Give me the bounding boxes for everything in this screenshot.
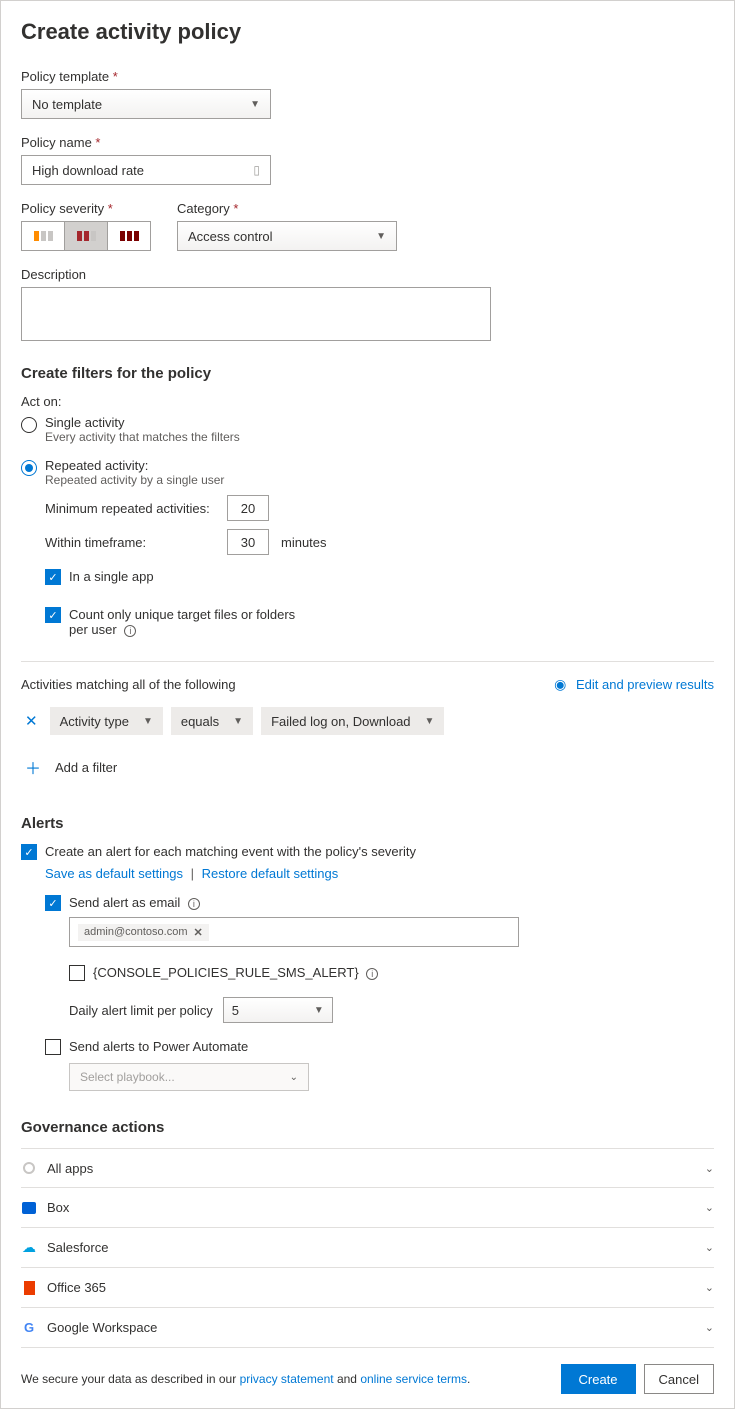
plus-icon[interactable]: ＋ <box>21 755 45 779</box>
chevron-down-icon: ▼ <box>143 716 153 727</box>
radio-repeated-activity[interactable] <box>21 460 37 476</box>
info-icon[interactable]: i <box>124 625 136 637</box>
email-recipients-input[interactable]: admin@contoso.com ✕ <box>69 917 519 947</box>
create-button[interactable]: Create <box>561 1364 636 1394</box>
office365-icon <box>21 1280 37 1296</box>
chevron-down-icon: ⌄ <box>290 1072 298 1083</box>
severity-medium[interactable] <box>65 222 108 250</box>
sms-alert-label: {CONSOLE_POLICIES_RULE_SMS_ALERT} <box>93 965 359 980</box>
salesforce-icon: ☁ <box>21 1240 37 1256</box>
divider <box>21 661 714 662</box>
policy-template-value: No template <box>32 97 102 112</box>
timeframe-unit: minutes <box>281 535 327 550</box>
unique-files-label: Count only unique target files or folder… <box>69 607 295 637</box>
info-icon[interactable]: i <box>188 898 200 910</box>
filter-field-select[interactable]: Activity type ▼ <box>50 707 163 735</box>
restore-default-link[interactable]: Restore default settings <box>202 866 339 881</box>
remove-filter-button[interactable]: ✕ <box>21 712 42 730</box>
daily-limit-select[interactable]: 5 ▼ <box>223 997 333 1023</box>
alerts-heading: Alerts <box>21 815 714 832</box>
severity-low[interactable] <box>22 222 65 250</box>
category-label: Category <box>177 201 397 216</box>
email-chip: admin@contoso.com ✕ <box>78 924 209 941</box>
filters-heading: Create filters for the policy <box>21 365 714 382</box>
google-icon: G <box>21 1320 37 1336</box>
playbook-select[interactable]: Select playbook... ⌄ <box>69 1063 309 1091</box>
category-value: Access control <box>188 229 273 244</box>
repeated-activity-label: Repeated activity: <box>45 458 224 473</box>
chevron-down-icon: ⌄ <box>705 1201 714 1214</box>
governance-heading: Governance actions <box>21 1119 714 1136</box>
chevron-down-icon: ▼ <box>425 716 435 727</box>
filter-value-select[interactable]: Failed log on, Download ▼ <box>261 707 444 735</box>
email-alert-label: Send alert as email <box>69 895 180 910</box>
chevron-down-icon: ⌄ <box>705 1321 714 1334</box>
info-icon[interactable]: i <box>366 968 378 980</box>
create-alert-label: Create an alert for each matching event … <box>45 844 416 859</box>
checkbox-sms-alert[interactable] <box>69 965 85 981</box>
policy-name-value: High download rate <box>32 163 144 178</box>
terms-link[interactable]: online service terms <box>360 1372 467 1386</box>
checkbox-single-app[interactable]: ✓ <box>45 569 61 585</box>
description-label: Description <box>21 267 714 282</box>
policy-severity-label: Policy severity <box>21 201 151 216</box>
cancel-button[interactable]: Cancel <box>644 1364 714 1394</box>
timeframe-label: Within timeframe: <box>45 535 215 550</box>
filter-op-select[interactable]: equals ▼ <box>171 707 253 735</box>
chip-remove-icon[interactable]: ✕ <box>194 926 203 939</box>
checkbox-email-alert[interactable]: ✓ <box>45 895 61 911</box>
repeated-activity-sub: Repeated activity by a single user <box>45 473 224 487</box>
policy-name-input[interactable]: High download rate ▯ <box>21 155 271 185</box>
allapps-icon <box>21 1160 37 1176</box>
power-automate-label: Send alerts to Power Automate <box>69 1039 248 1054</box>
act-on-label: Act on: <box>21 394 714 409</box>
category-select[interactable]: Access control ▼ <box>177 221 397 251</box>
eye-icon: ◉ <box>554 676 566 692</box>
input-clear-icon[interactable]: ▯ <box>253 163 260 177</box>
checkbox-create-alert[interactable]: ✓ <box>21 844 37 860</box>
privacy-link[interactable]: privacy statement <box>240 1372 334 1386</box>
radio-single-activity[interactable] <box>21 417 37 433</box>
min-repeated-input[interactable]: 20 <box>227 495 269 521</box>
policy-name-label: Policy name <box>21 135 714 150</box>
min-repeated-label: Minimum repeated activities: <box>45 501 215 516</box>
preview-results-link[interactable]: ◉ Edit and preview results <box>554 676 714 693</box>
checkbox-power-automate[interactable] <box>45 1039 61 1055</box>
chevron-down-icon: ▼ <box>314 1005 324 1016</box>
chevron-down-icon: ⌄ <box>705 1162 714 1175</box>
severity-group <box>21 221 151 251</box>
description-textarea[interactable] <box>21 287 491 341</box>
chevron-down-icon: ⌄ <box>705 1241 714 1254</box>
governance-item-salesforce[interactable]: ☁ Salesforce ⌄ <box>21 1228 714 1268</box>
activities-matching-label: Activities matching all of the following <box>21 677 236 692</box>
single-app-label: In a single app <box>69 569 154 584</box>
chevron-down-icon: ▼ <box>233 716 243 727</box>
footer-text: We secure your data as described in our … <box>21 1372 470 1386</box>
box-icon <box>21 1200 37 1216</box>
chevron-down-icon: ▼ <box>376 231 386 242</box>
severity-high[interactable] <box>108 222 150 250</box>
page-title: Create activity policy <box>21 19 714 45</box>
single-activity-sub: Every activity that matches the filters <box>45 430 240 444</box>
daily-limit-label: Daily alert limit per policy <box>69 1003 213 1018</box>
governance-item-box[interactable]: Box ⌄ <box>21 1188 714 1228</box>
single-activity-label: Single activity <box>45 415 240 430</box>
checkbox-unique-files[interactable]: ✓ <box>45 607 61 623</box>
governance-item-gworkspace[interactable]: G Google Workspace ⌄ <box>21 1308 714 1348</box>
governance-item-office365[interactable]: Office 365 ⌄ <box>21 1268 714 1308</box>
add-filter-link[interactable]: Add a filter <box>55 760 117 775</box>
chevron-down-icon: ⌄ <box>705 1281 714 1294</box>
policy-template-select[interactable]: No template ▼ <box>21 89 271 119</box>
save-default-link[interactable]: Save as default settings <box>45 866 183 881</box>
chevron-down-icon: ▼ <box>250 99 260 110</box>
timeframe-input[interactable]: 30 <box>227 529 269 555</box>
governance-item-allapps[interactable]: All apps ⌄ <box>21 1148 714 1188</box>
policy-template-label: Policy template <box>21 69 714 84</box>
